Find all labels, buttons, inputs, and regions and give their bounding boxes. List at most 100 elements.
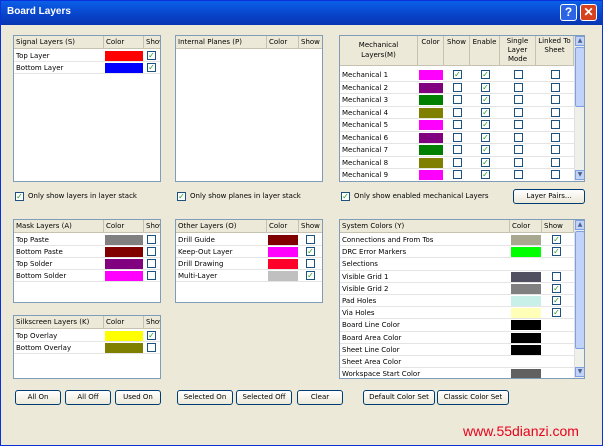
- checkbox-icon[interactable]: ✓: [15, 191, 24, 201]
- selected-on-button[interactable]: Selected On: [177, 390, 233, 405]
- show-checkbox[interactable]: [147, 343, 156, 352]
- color-swatch[interactable]: [268, 271, 298, 281]
- color-swatch[interactable]: [419, 95, 443, 105]
- mask-header-name[interactable]: Mask Layers (A): [14, 220, 104, 233]
- enable-checkbox[interactable]: ✓: [481, 132, 490, 142]
- enable-checkbox[interactable]: ✓: [481, 95, 490, 104]
- scroll-up-icon[interactable]: ▲: [575, 36, 584, 46]
- color-swatch[interactable]: [419, 82, 443, 93]
- color-swatch[interactable]: [268, 235, 298, 245]
- scroll-thumb[interactable]: [575, 47, 584, 107]
- color-swatch[interactable]: [511, 320, 541, 331]
- color-swatch[interactable]: [105, 247, 143, 257]
- enable-checkbox[interactable]: ✓: [481, 170, 490, 179]
- color-swatch[interactable]: [105, 259, 143, 269]
- mech-header-linked[interactable]: Linked To Sheet: [536, 36, 574, 66]
- planes-header-show[interactable]: Show: [299, 36, 322, 49]
- color-swatch[interactable]: [511, 308, 541, 319]
- linked-sheet-checkbox[interactable]: [551, 170, 560, 179]
- planes-header-color[interactable]: Color: [267, 36, 299, 49]
- color-swatch[interactable]: [105, 235, 143, 245]
- show-checkbox[interactable]: ✓: [552, 296, 561, 305]
- color-swatch[interactable]: [511, 357, 541, 367]
- show-checkbox[interactable]: [552, 271, 561, 281]
- scroll-up-icon[interactable]: ▲: [575, 220, 584, 230]
- close-button[interactable]: ✕: [580, 4, 597, 21]
- single-layer-checkbox[interactable]: [514, 82, 523, 92]
- all-on-button[interactable]: All On: [15, 390, 61, 405]
- linked-sheet-checkbox[interactable]: [551, 120, 560, 129]
- color-swatch[interactable]: [419, 70, 443, 80]
- enable-checkbox[interactable]: ✓: [481, 82, 490, 92]
- mask-header-color[interactable]: Color: [104, 220, 144, 233]
- layer-pairs-button[interactable]: Layer Pairs...: [513, 189, 585, 204]
- single-layer-checkbox[interactable]: [514, 70, 523, 79]
- mask-header-show[interactable]: Show: [144, 220, 160, 233]
- signal-header-name[interactable]: Signal Layers (S): [14, 36, 104, 49]
- show-checkbox[interactable]: [453, 170, 462, 179]
- show-checkbox[interactable]: [306, 259, 315, 268]
- linked-sheet-checkbox[interactable]: [551, 107, 560, 117]
- color-swatch[interactable]: [268, 259, 298, 269]
- silk-header-name[interactable]: Silkscreen Layers (K): [14, 316, 104, 329]
- show-checkbox[interactable]: ✓: [552, 235, 561, 244]
- silk-header-show[interactable]: Show: [144, 316, 160, 329]
- show-checkbox[interactable]: [306, 235, 315, 244]
- color-swatch[interactable]: [419, 132, 443, 143]
- clear-button[interactable]: Clear: [297, 390, 343, 405]
- mech-header-enable[interactable]: Enable: [470, 36, 500, 66]
- show-checkbox[interactable]: ✓: [453, 70, 462, 79]
- color-swatch[interactable]: [105, 63, 143, 73]
- silk-header-color[interactable]: Color: [104, 316, 144, 329]
- mech-header-single[interactable]: Single Layer Mode: [500, 36, 536, 66]
- color-swatch[interactable]: [105, 331, 143, 341]
- color-swatch[interactable]: [105, 51, 143, 61]
- linked-sheet-checkbox[interactable]: [551, 70, 560, 79]
- show-checkbox[interactable]: [147, 247, 156, 256]
- show-checkbox[interactable]: ✓: [552, 283, 561, 293]
- single-layer-checkbox[interactable]: [514, 120, 523, 129]
- color-swatch[interactable]: [419, 157, 443, 168]
- linked-sheet-checkbox[interactable]: [551, 145, 560, 154]
- show-checkbox[interactable]: [453, 120, 462, 129]
- signal-header-color[interactable]: Color: [104, 36, 144, 49]
- all-off-button[interactable]: All Off: [65, 390, 111, 405]
- color-swatch[interactable]: [511, 247, 541, 258]
- color-swatch[interactable]: [419, 170, 443, 180]
- show-checkbox[interactable]: ✓: [147, 51, 156, 60]
- color-swatch[interactable]: [511, 296, 541, 306]
- scroll-down-icon[interactable]: ▼: [575, 170, 584, 180]
- system-header-color[interactable]: Color: [510, 220, 542, 233]
- color-swatch[interactable]: [268, 247, 298, 257]
- linked-sheet-checkbox[interactable]: [551, 82, 560, 92]
- enable-checkbox[interactable]: ✓: [481, 70, 490, 79]
- enable-checkbox[interactable]: ✓: [481, 145, 490, 154]
- single-layer-checkbox[interactable]: [514, 132, 523, 142]
- show-checkbox[interactable]: ✓: [552, 247, 561, 257]
- selected-off-button[interactable]: Selected Off: [236, 390, 292, 405]
- show-checkbox[interactable]: [453, 107, 462, 117]
- mech-option[interactable]: ✓ Only show enabled mechanical Layers: [341, 191, 489, 201]
- help-button[interactable]: ?: [560, 4, 577, 21]
- color-swatch[interactable]: [511, 344, 541, 355]
- single-layer-checkbox[interactable]: [514, 157, 523, 167]
- layer-row[interactable]: Workspace Start Color: [340, 368, 574, 378]
- color-swatch[interactable]: [511, 235, 541, 245]
- system-header-show[interactable]: Show: [542, 220, 574, 233]
- linked-sheet-checkbox[interactable]: [551, 157, 560, 167]
- color-swatch[interactable]: [419, 145, 443, 155]
- color-swatch[interactable]: [105, 343, 143, 353]
- used-on-button[interactable]: Used On: [115, 390, 161, 405]
- color-swatch[interactable]: [511, 283, 541, 294]
- color-swatch[interactable]: [511, 271, 541, 282]
- show-checkbox[interactable]: [453, 82, 462, 92]
- enable-checkbox[interactable]: ✓: [481, 107, 490, 117]
- checkbox-icon[interactable]: ✓: [341, 191, 350, 201]
- show-checkbox[interactable]: ✓: [552, 308, 561, 318]
- signal-option[interactable]: ✓ Only show layers in layer stack: [15, 191, 137, 201]
- other-header-show[interactable]: Show: [299, 220, 322, 233]
- show-checkbox[interactable]: ✓: [147, 331, 156, 340]
- enable-checkbox[interactable]: ✓: [481, 157, 490, 167]
- color-swatch[interactable]: [419, 120, 443, 130]
- mech-header-name[interactable]: Mechanical Layers(M): [340, 36, 418, 66]
